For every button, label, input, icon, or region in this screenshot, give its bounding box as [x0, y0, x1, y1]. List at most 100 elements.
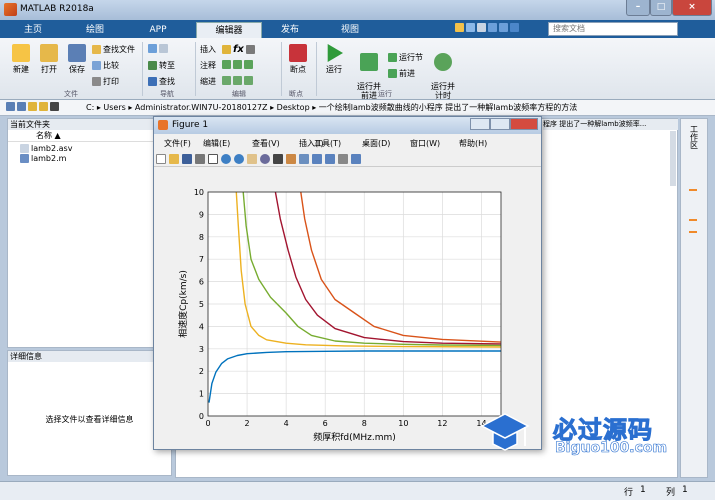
- matlab-logo-icon: [4, 3, 17, 16]
- edit-tools[interactable]: fx: [222, 44, 257, 55]
- redo-icon[interactable]: [499, 23, 508, 32]
- back-icon[interactable]: [6, 102, 15, 111]
- new-button[interactable]: 新建: [8, 44, 34, 75]
- save-disk-icon: [68, 44, 86, 62]
- save-button[interactable]: 保存: [64, 44, 90, 75]
- uncomment-icon: [233, 60, 242, 69]
- tab-publish[interactable]: 发布: [266, 22, 314, 38]
- save-icon[interactable]: [455, 23, 464, 32]
- help-icon[interactable]: [510, 23, 519, 32]
- print-icon: [92, 77, 101, 86]
- insert-button[interactable]: 插入: [200, 44, 216, 55]
- save-figure-icon[interactable]: [182, 154, 192, 164]
- menu-file[interactable]: 文件(F): [164, 138, 191, 149]
- cap-icon: [480, 413, 530, 451]
- tab-editor[interactable]: 编辑器: [196, 22, 262, 38]
- figure-window[interactable]: Figure 1 文件(F) 编辑(E) 查看(V) 插入(I) 工具(T) 桌…: [153, 116, 542, 450]
- copy-icon[interactable]: [477, 23, 486, 32]
- list-item[interactable]: lamb2.m: [8, 154, 171, 163]
- find-button[interactable]: 查找: [148, 76, 175, 87]
- undo-icon[interactable]: [488, 23, 497, 32]
- run-and-time-button[interactable]: 运行并 计时: [428, 44, 458, 100]
- menu-view[interactable]: 查看(V): [252, 138, 280, 149]
- print-button[interactable]: 打印: [92, 76, 119, 87]
- magnifier-icon: [148, 77, 157, 86]
- browse-folder-icon[interactable]: [39, 102, 48, 111]
- menu-desktop[interactable]: 桌面(D): [362, 138, 390, 149]
- menu-help[interactable]: 帮助(H): [459, 138, 487, 149]
- tab-apps[interactable]: APP: [134, 22, 182, 38]
- breakpoints-button[interactable]: 断点: [285, 44, 311, 75]
- maximize-button[interactable]: □: [650, 0, 672, 16]
- y-axis-label: 相速度Cp(km/s): [177, 270, 189, 338]
- cut-icon[interactable]: [466, 23, 475, 32]
- open-file-icon[interactable]: [169, 154, 179, 164]
- x-axis-label: 频厚积fd(MHz.mm): [313, 431, 396, 443]
- insert-icon: [222, 45, 231, 54]
- comment-tools[interactable]: [222, 60, 255, 70]
- menu-tools[interactable]: 工具(T): [314, 138, 341, 149]
- nav-back-forward[interactable]: [148, 44, 170, 53]
- folder-up-icon[interactable]: [28, 102, 37, 111]
- print-figure-icon[interactable]: [195, 154, 205, 164]
- root-icon[interactable]: [50, 102, 59, 111]
- close-button[interactable]: ×: [672, 0, 712, 16]
- new-icon: [12, 44, 30, 62]
- x-tick-label: 10: [398, 419, 408, 428]
- find-files-button[interactable]: 查找文件: [92, 44, 135, 55]
- legend-icon[interactable]: [325, 154, 335, 164]
- fx-icon[interactable]: fx: [233, 44, 244, 55]
- minimize-button[interactable]: –: [626, 0, 650, 16]
- select-arrow-icon[interactable]: [208, 154, 218, 164]
- forward-icon[interactable]: [17, 102, 26, 111]
- goto-button[interactable]: 转至: [148, 60, 175, 71]
- breadcrumb-item[interactable]: 一个绘制lamb波频散曲线的小程序 提出了一种解lamb波频率方程的方法: [319, 103, 578, 112]
- address-nav[interactable]: [6, 102, 61, 112]
- open-button[interactable]: 打开: [36, 44, 62, 75]
- tab-plots[interactable]: 绘图: [70, 22, 120, 38]
- run-advance-icon: [360, 53, 378, 71]
- zoom-in-icon[interactable]: [221, 154, 231, 164]
- search-docs-input[interactable]: 搜索文档: [548, 22, 678, 36]
- breadcrumb-item[interactable]: Administrator.WIN7U-20180127Z: [135, 103, 268, 112]
- data-cursor-icon[interactable]: [273, 154, 283, 164]
- colorbar-icon[interactable]: [312, 154, 322, 164]
- show-plot-tools-icon[interactable]: [351, 154, 361, 164]
- comment-button[interactable]: 注释: [200, 60, 216, 71]
- compare-button[interactable]: 比较: [92, 60, 119, 71]
- list-item[interactable]: lamb2.asv: [8, 144, 171, 153]
- link-plot-icon[interactable]: [299, 154, 309, 164]
- breadcrumb-item[interactable]: C:: [86, 103, 94, 112]
- indent-tools[interactable]: [222, 76, 255, 86]
- title-bar: MATLAB R2018a: [0, 0, 715, 20]
- tab-home[interactable]: 主页: [10, 22, 56, 38]
- tab-view[interactable]: 视图: [326, 22, 374, 38]
- editor-tab[interactable]: 程序 提出了一种解lamb波频率...: [543, 119, 678, 130]
- details-panel: 详细信息 选择文件以查看详细信息: [7, 350, 172, 476]
- pan-hand-icon[interactable]: [247, 154, 257, 164]
- hide-plot-tools-icon[interactable]: [338, 154, 348, 164]
- y-tick-label: 8: [199, 233, 204, 242]
- figure-maximize-button[interactable]: [490, 118, 510, 130]
- editor-scrollbar[interactable]: [670, 131, 676, 186]
- breadcrumb-item[interactable]: Desktop: [277, 103, 310, 112]
- goto-icon: [148, 61, 157, 70]
- breadcrumb-item[interactable]: Users: [103, 103, 125, 112]
- brush-icon[interactable]: [286, 154, 296, 164]
- run-button[interactable]: 运行: [320, 44, 348, 75]
- indent-button[interactable]: 缩进: [200, 76, 216, 87]
- run-section-button[interactable]: 运行节: [388, 52, 423, 63]
- rotate-3d-icon[interactable]: [260, 154, 270, 164]
- x-tick-label: 4: [284, 419, 289, 428]
- menu-window[interactable]: 窗口(W): [410, 138, 440, 149]
- figure-minimize-button[interactable]: [470, 118, 490, 130]
- zoom-out-icon[interactable]: [234, 154, 244, 164]
- workspace-side-strip[interactable]: 工作区: [680, 118, 708, 478]
- column-header-name[interactable]: 名称 ▲: [8, 130, 171, 142]
- new-figure-icon[interactable]: [156, 154, 166, 164]
- advance-button[interactable]: 前进: [388, 68, 415, 79]
- menu-edit[interactable]: 编辑(E): [203, 138, 230, 149]
- figure-close-button[interactable]: [510, 118, 538, 130]
- workspace-tab[interactable]: 工作区: [689, 125, 700, 149]
- col-label: 列: [666, 488, 676, 498]
